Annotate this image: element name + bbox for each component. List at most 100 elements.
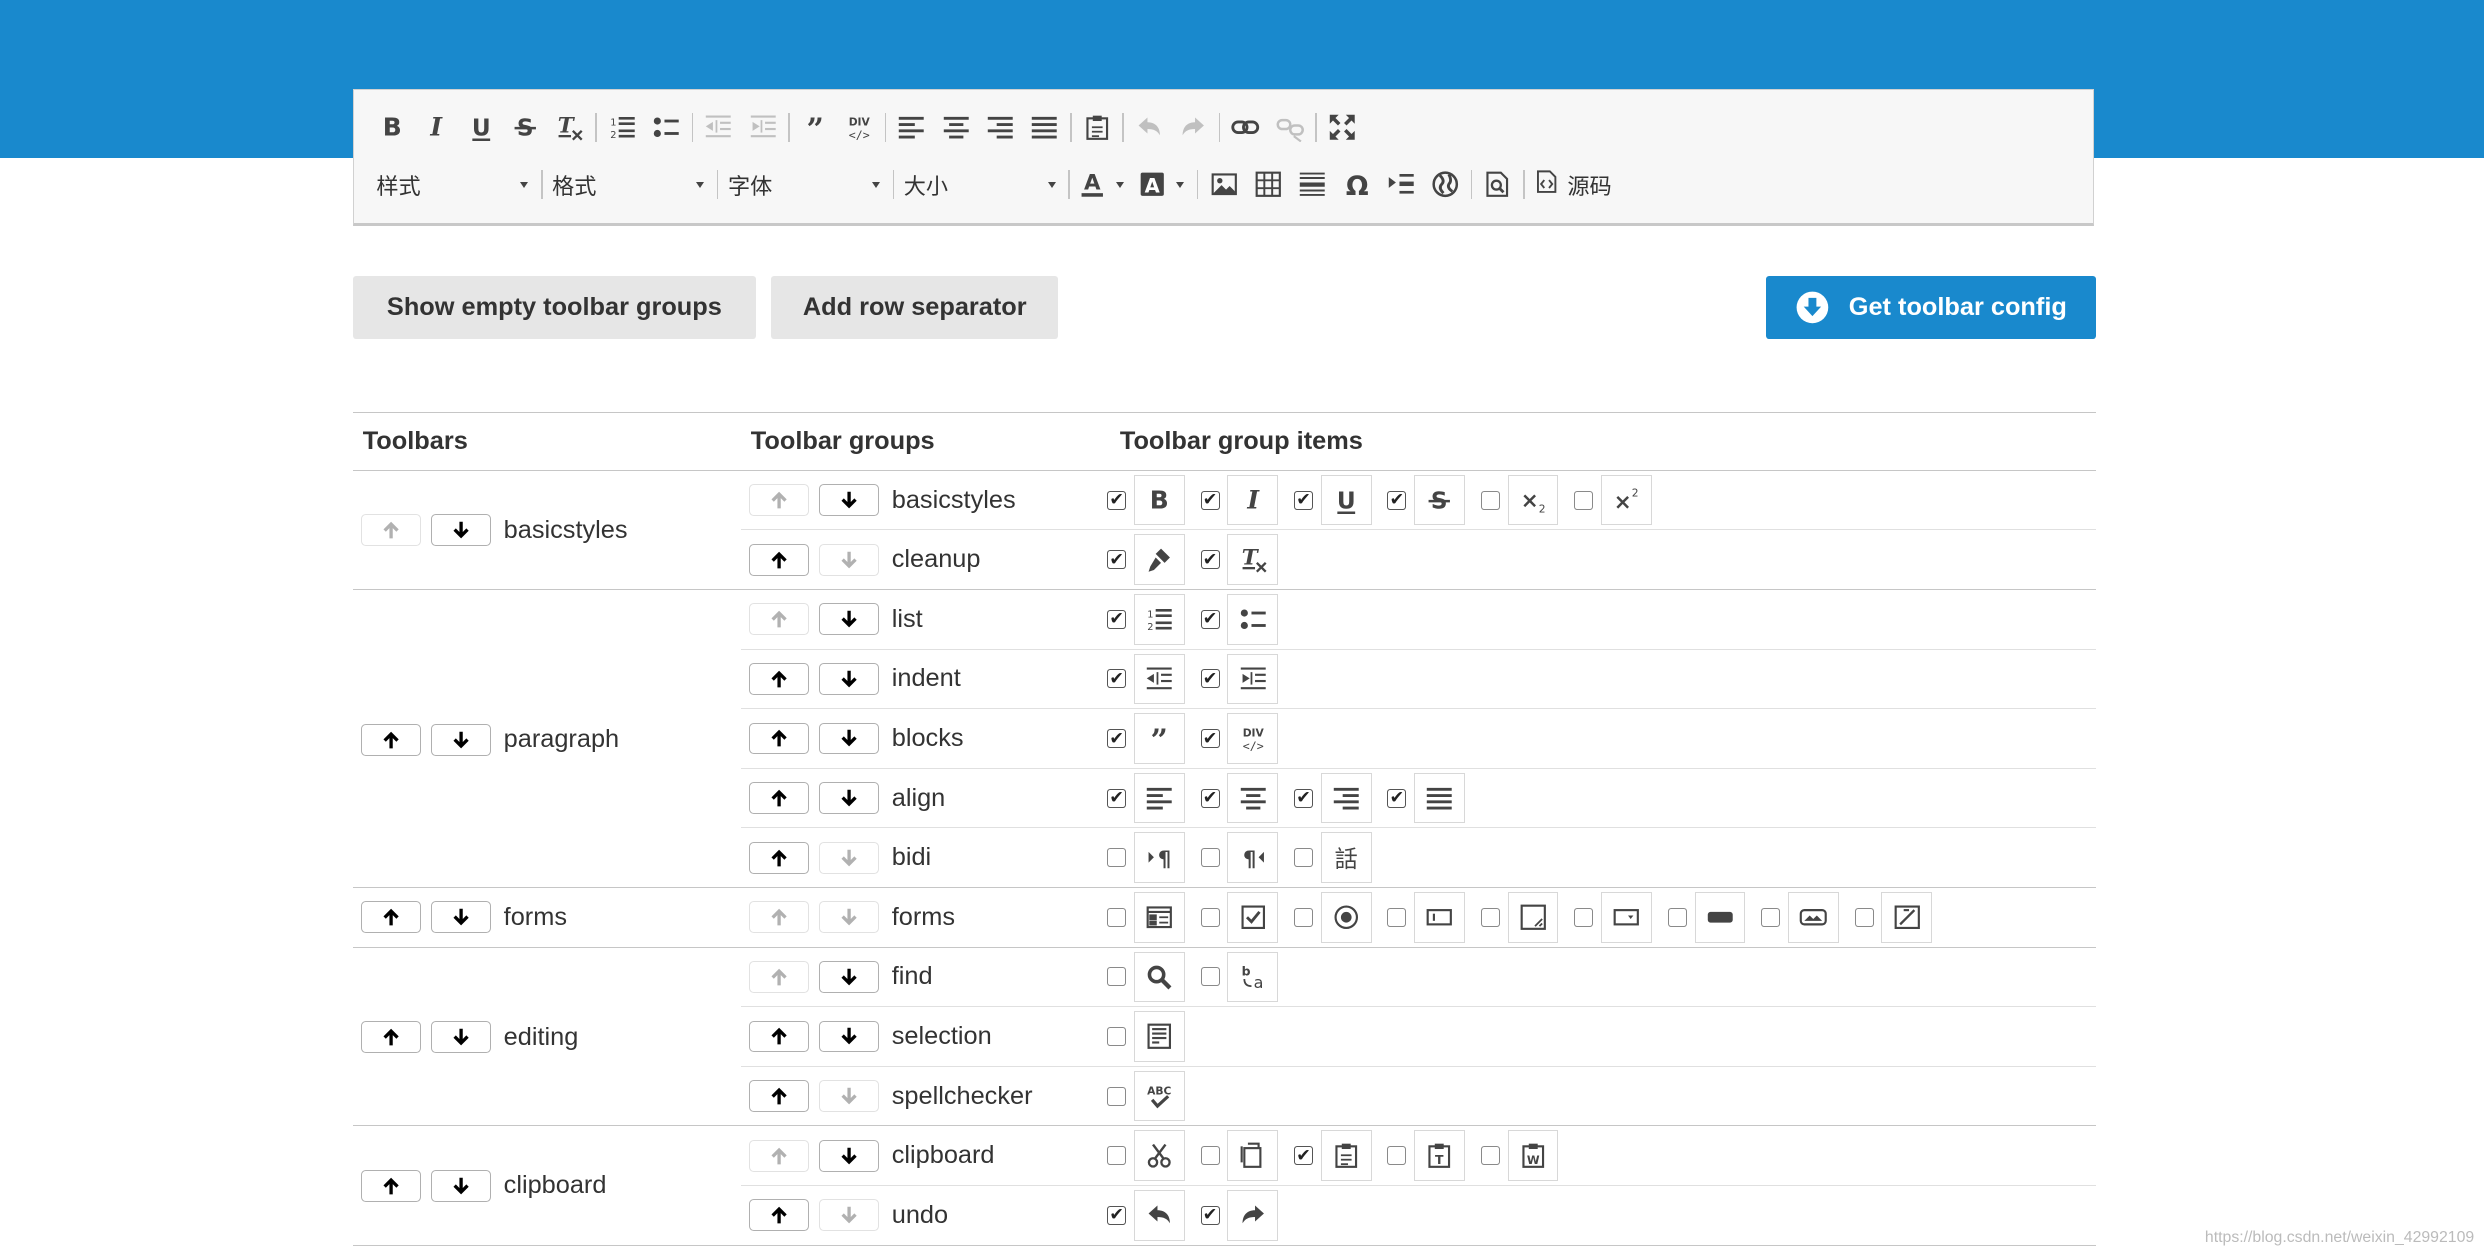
group-move-down-button[interactable] [818, 722, 880, 755]
group-move-up-button[interactable] [749, 901, 810, 934]
format-combo[interactable]: 格式 [546, 166, 714, 204]
font-combo[interactable]: 字体 [722, 166, 890, 204]
outdent-checkbox[interactable]: ✔ [1107, 669, 1127, 689]
redo-button[interactable] [1171, 106, 1215, 150]
replace-checkbox[interactable]: ✔ [1200, 967, 1220, 987]
justifyblock-button[interactable] [1022, 106, 1066, 150]
underline-checkbox[interactable]: ✔ [1294, 491, 1313, 510]
group-move-down-button[interactable] [818, 841, 880, 874]
blockquote-button[interactable]: ” [793, 106, 837, 150]
group-move-up-button[interactable] [749, 543, 810, 576]
group-move-up-button[interactable] [749, 961, 810, 993]
toolbar-move-up-button[interactable] [361, 1169, 422, 1202]
button-checkbox[interactable]: ✔ [1667, 907, 1687, 927]
show-empty-groups-button[interactable]: Show empty toolbar groups [353, 275, 756, 339]
group-move-up-button[interactable] [749, 841, 810, 874]
italic-checkbox[interactable]: ✔ [1200, 491, 1220, 510]
copyformatting-checkbox[interactable]: ✔ [1107, 550, 1127, 570]
size-combo[interactable]: 大小 [897, 166, 1065, 204]
cut-checkbox[interactable]: ✔ [1107, 1146, 1127, 1166]
checkbox-checkbox[interactable]: ✔ [1200, 907, 1220, 927]
toolbar-move-down-button[interactable] [430, 1169, 491, 1202]
bg-color-button[interactable]: A [1133, 163, 1193, 207]
language-checkbox[interactable]: ✔ [1294, 848, 1313, 868]
blockquote-checkbox[interactable]: ✔ [1107, 729, 1127, 749]
group-move-down-button[interactable] [818, 1139, 880, 1172]
justifyleft-button[interactable] [889, 106, 933, 150]
bidiltr-checkbox[interactable]: ✔ [1107, 848, 1127, 868]
removeformat-checkbox[interactable]: ✔ [1200, 550, 1220, 570]
link-button[interactable] [1223, 106, 1267, 150]
group-move-down-button[interactable] [818, 1199, 880, 1232]
group-move-up-button[interactable] [749, 1139, 810, 1172]
undo-button[interactable] [1127, 106, 1171, 150]
bulletedlist-button[interactable] [644, 106, 688, 150]
maximize-button[interactable] [1320, 106, 1364, 150]
superscript-checkbox[interactable]: ✔ [1574, 490, 1594, 510]
removeformat-button[interactable]: T [547, 106, 591, 150]
group-move-up-button[interactable] [749, 722, 810, 755]
group-move-up-button[interactable] [749, 1199, 810, 1232]
group-move-up-button[interactable] [749, 603, 810, 636]
justifyleft-checkbox[interactable]: ✔ [1107, 788, 1127, 808]
toolbar-move-up-button[interactable] [361, 723, 422, 756]
group-move-down-button[interactable] [818, 663, 880, 695]
justifyright-checkbox[interactable]: ✔ [1294, 788, 1313, 808]
group-move-down-button[interactable] [818, 961, 880, 993]
imagebutton-checkbox[interactable]: ✔ [1761, 907, 1781, 927]
underline-button[interactable]: U [459, 106, 503, 150]
toolbar-move-down-button[interactable] [430, 514, 491, 547]
indent-button[interactable] [741, 106, 785, 150]
justifyright-button[interactable] [978, 106, 1022, 150]
unlink-button[interactable] [1268, 106, 1312, 150]
creatediv-button[interactable]: DIV </> [837, 106, 881, 150]
form-checkbox[interactable]: ✔ [1107, 907, 1127, 927]
numberedlist-button[interactable]: 12 [600, 106, 644, 150]
find-checkbox[interactable]: ✔ [1107, 967, 1127, 987]
group-move-down-button[interactable] [818, 901, 880, 934]
toolbar-move-down-button[interactable] [430, 901, 491, 934]
undo-checkbox[interactable]: ✔ [1107, 1206, 1127, 1225]
bold-button[interactable]: B [370, 106, 414, 150]
textarea-checkbox[interactable]: ✔ [1480, 907, 1500, 927]
toolbar-move-up-button[interactable] [361, 901, 422, 934]
selectall-checkbox[interactable]: ✔ [1107, 1026, 1127, 1046]
redo-checkbox[interactable]: ✔ [1200, 1206, 1220, 1225]
spellchecker-checkbox[interactable]: ✔ [1107, 1086, 1127, 1106]
outdent-button[interactable] [696, 106, 740, 150]
toolbar-move-down-button[interactable] [430, 1021, 491, 1053]
group-move-down-button[interactable] [818, 543, 880, 576]
radio-checkbox[interactable]: ✔ [1294, 907, 1313, 927]
bidirtl-checkbox[interactable]: ✔ [1200, 848, 1220, 868]
pastefromword-checkbox[interactable]: ✔ [1480, 1146, 1500, 1166]
justifycenter-button[interactable] [934, 106, 978, 150]
page-break-button[interactable] [1379, 163, 1423, 207]
toolbar-move-up-button[interactable] [361, 1021, 422, 1053]
italic-button[interactable]: I [414, 106, 458, 150]
iframe-button[interactable] [1423, 163, 1467, 207]
bulletedlist-checkbox[interactable]: ✔ [1200, 610, 1220, 629]
textfield-checkbox[interactable]: ✔ [1387, 907, 1407, 927]
group-move-up-button[interactable] [749, 663, 810, 695]
toolbar-move-down-button[interactable] [430, 723, 491, 756]
indent-checkbox[interactable]: ✔ [1200, 669, 1220, 689]
source-button[interactable]: 源码 [1528, 163, 1618, 207]
horizontal-rule-button[interactable] [1290, 163, 1334, 207]
group-move-down-button[interactable] [818, 1020, 880, 1053]
preview-button[interactable] [1476, 163, 1520, 207]
paste-button[interactable] [1075, 106, 1119, 150]
group-move-down-button[interactable] [818, 782, 880, 814]
copy-checkbox[interactable]: ✔ [1200, 1146, 1220, 1166]
group-move-up-button[interactable] [749, 782, 810, 814]
add-row-separator-button[interactable]: Add row separator [771, 275, 1059, 339]
group-move-up-button[interactable] [749, 1020, 810, 1053]
style-combo[interactable]: 样式 [370, 166, 538, 204]
select-checkbox[interactable]: ✔ [1574, 907, 1594, 927]
special-char-button[interactable]: Ω [1335, 163, 1379, 207]
toolbar-move-up-button[interactable] [361, 514, 422, 547]
numberedlist-checkbox[interactable]: ✔ [1107, 610, 1127, 629]
paste-checkbox[interactable]: ✔ [1294, 1146, 1313, 1166]
image-button[interactable] [1202, 163, 1246, 207]
group-move-down-button[interactable] [818, 603, 880, 636]
group-move-up-button[interactable] [749, 484, 810, 516]
